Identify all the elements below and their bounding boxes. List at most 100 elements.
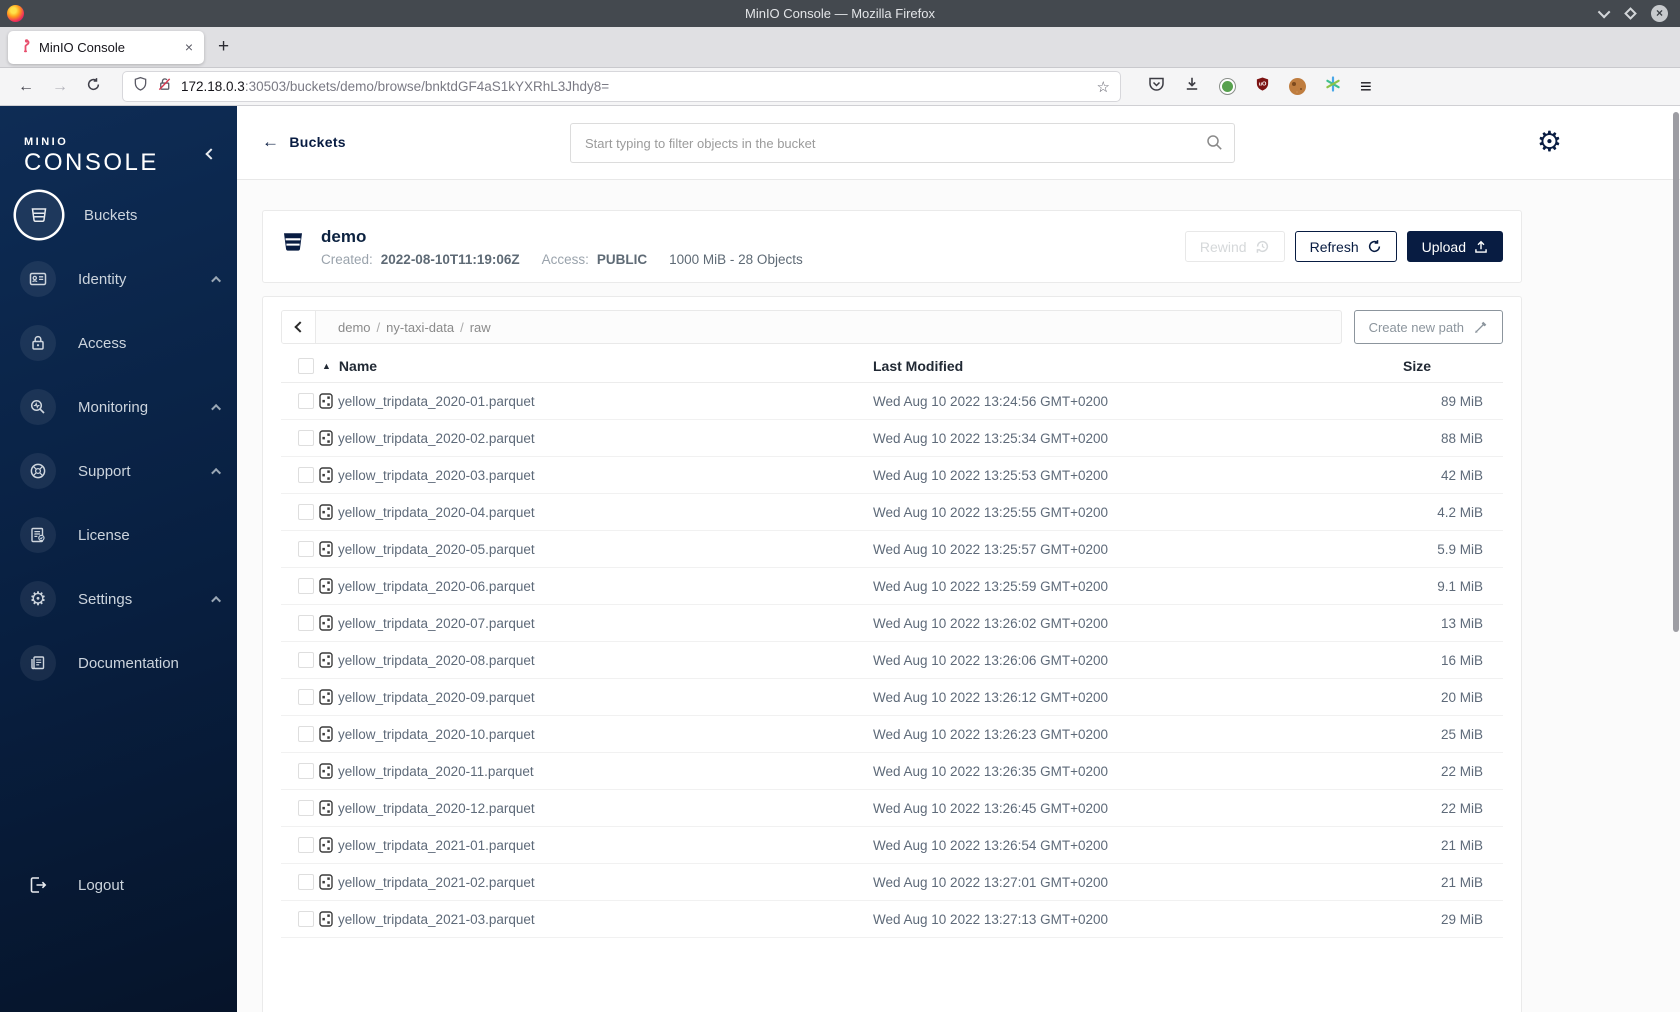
table-row[interactable]: yellow_tripdata_2020-06.parquet Wed Aug … — [281, 568, 1503, 605]
select-all-checkbox[interactable] — [298, 358, 314, 374]
chevron-up-icon[interactable] — [211, 467, 222, 478]
pocket-icon[interactable] — [1148, 76, 1165, 97]
row-checkbox[interactable] — [298, 800, 314, 816]
sidebar-item-support[interactable]: Support — [0, 446, 237, 496]
table-row[interactable]: yellow_tripdata_2020-09.parquet Wed Aug … — [281, 679, 1503, 716]
object-name[interactable]: yellow_tripdata_2020-02.parquet — [338, 431, 873, 446]
row-checkbox[interactable] — [298, 467, 314, 483]
tracking-shield-icon[interactable] — [133, 76, 148, 97]
tab-minio-console[interactable]: MinIO Console × — [8, 30, 204, 64]
refresh-button[interactable]: Refresh — [1294, 231, 1397, 262]
chevron-up-icon[interactable] — [211, 275, 222, 286]
row-checkbox[interactable] — [298, 652, 314, 668]
row-checkbox[interactable] — [298, 726, 314, 742]
table-row[interactable]: yellow_tripdata_2020-10.parquet Wed Aug … — [281, 716, 1503, 753]
table-row[interactable]: yellow_tripdata_2020-11.parquet Wed Aug … — [281, 753, 1503, 790]
sidebar-item-documentation[interactable]: Documentation — [0, 638, 237, 688]
close-window-icon[interactable]: × — [1651, 5, 1668, 22]
object-name[interactable]: yellow_tripdata_2020-07.parquet — [338, 616, 873, 631]
back-icon[interactable]: ← — [18, 78, 34, 96]
table-row[interactable]: yellow_tripdata_2021-01.parquet Wed Aug … — [281, 827, 1503, 864]
menu-icon[interactable]: ≡ — [1360, 77, 1372, 97]
bookmark-star-icon[interactable]: ☆ — [1097, 78, 1110, 96]
row-checkbox[interactable] — [298, 504, 314, 520]
sidebar-item-access[interactable]: Access — [0, 318, 237, 368]
row-checkbox[interactable] — [298, 689, 314, 705]
row-checkbox[interactable] — [298, 837, 314, 853]
breadcrumb-segment[interactable]: demo — [338, 320, 371, 335]
buckets-icon — [16, 192, 62, 238]
column-header-name[interactable]: ▲ Name — [314, 358, 873, 374]
breadcrumb-segment[interactable]: ny-taxi-data — [386, 320, 454, 335]
row-checkbox[interactable] — [298, 763, 314, 779]
search-input[interactable] — [570, 123, 1235, 163]
breadcrumb-segment[interactable]: raw — [470, 320, 491, 335]
table-row[interactable]: yellow_tripdata_2020-07.parquet Wed Aug … — [281, 605, 1503, 642]
table-row[interactable]: yellow_tripdata_2020-12.parquet Wed Aug … — [281, 790, 1503, 827]
reload-icon[interactable] — [86, 77, 101, 97]
ublock-icon[interactable]: uO — [1255, 76, 1270, 97]
table-row[interactable]: yellow_tripdata_2020-04.parquet Wed Aug … — [281, 494, 1503, 531]
object-name[interactable]: yellow_tripdata_2020-05.parquet — [338, 542, 873, 557]
back-to-buckets-link[interactable]: ← Buckets — [262, 132, 346, 152]
object-name[interactable]: yellow_tripdata_2020-03.parquet — [338, 468, 873, 483]
minio-console-app: MINIO CONSOLE Buckets Identity Access Mo… — [0, 106, 1680, 1012]
table-row[interactable]: yellow_tripdata_2020-05.parquet Wed Aug … — [281, 531, 1503, 568]
row-checkbox[interactable] — [298, 430, 314, 446]
sidebar-item-buckets[interactable]: Buckets — [0, 190, 237, 240]
chevron-up-icon[interactable] — [211, 595, 222, 606]
path-back-button[interactable] — [282, 311, 316, 343]
object-name[interactable]: yellow_tripdata_2020-09.parquet — [338, 690, 873, 705]
object-name[interactable]: yellow_tripdata_2020-01.parquet — [338, 394, 873, 409]
privacy-badger-icon[interactable] — [1219, 78, 1236, 95]
download-icon[interactable] — [1184, 76, 1200, 97]
page-scrollbar[interactable] — [1673, 112, 1679, 632]
multi-account-icon[interactable] — [1325, 76, 1341, 97]
rewind-button[interactable]: Rewind — [1184, 231, 1285, 262]
forward-icon[interactable]: → — [52, 78, 68, 96]
gear-icon[interactable]: ⚙ — [1537, 128, 1562, 156]
access-value[interactable]: PUBLIC — [597, 252, 647, 267]
object-last-modified: Wed Aug 10 2022 13:26:45 GMT+0200 — [873, 800, 1109, 816]
object-name[interactable]: yellow_tripdata_2020-11.parquet — [338, 764, 873, 779]
object-name[interactable]: yellow_tripdata_2020-06.parquet — [338, 579, 873, 594]
table-row[interactable]: yellow_tripdata_2021-02.parquet Wed Aug … — [281, 864, 1503, 901]
object-name[interactable]: yellow_tripdata_2021-02.parquet — [338, 875, 873, 890]
sidebar-item-settings[interactable]: ⚙ Settings — [0, 574, 237, 624]
close-tab-icon[interactable]: × — [182, 39, 196, 55]
object-name[interactable]: yellow_tripdata_2020-08.parquet — [338, 653, 873, 668]
table-row[interactable]: yellow_tripdata_2020-01.parquet Wed Aug … — [281, 383, 1503, 420]
url-bar[interactable]: 172.18.0.3:30503/buckets/demo/browse/bnk… — [123, 72, 1120, 101]
chevron-up-icon[interactable] — [211, 403, 222, 414]
table-row[interactable]: yellow_tripdata_2021-03.parquet Wed Aug … — [281, 901, 1503, 938]
sidebar-item-logout[interactable]: Logout — [0, 860, 237, 910]
cookie-icon[interactable] — [1289, 78, 1306, 95]
broken-lock-icon[interactable] — [157, 76, 172, 97]
table-row[interactable]: yellow_tripdata_2020-02.parquet Wed Aug … — [281, 420, 1503, 457]
row-checkbox[interactable] — [298, 541, 314, 557]
new-tab-button[interactable]: + — [218, 36, 229, 58]
row-checkbox[interactable] — [298, 911, 314, 927]
sidebar-item-license[interactable]: License — [0, 510, 237, 560]
maximize-icon[interactable] — [1624, 7, 1637, 20]
row-checkbox[interactable] — [298, 393, 314, 409]
object-size: 22 MiB — [1440, 763, 1483, 779]
object-last-modified: Wed Aug 10 2022 13:24:56 GMT+0200 — [873, 393, 1109, 409]
url-text[interactable]: 172.18.0.3:30503/buckets/demo/browse/bnk… — [181, 79, 1097, 94]
create-new-path-button[interactable]: Create new path — [1353, 310, 1503, 344]
object-name[interactable]: yellow_tripdata_2020-10.parquet — [338, 727, 873, 742]
object-name[interactable]: yellow_tripdata_2021-01.parquet — [338, 838, 873, 853]
table-row[interactable]: yellow_tripdata_2020-03.parquet Wed Aug … — [281, 457, 1503, 494]
row-checkbox[interactable] — [298, 615, 314, 631]
object-name[interactable]: yellow_tripdata_2020-04.parquet — [338, 505, 873, 520]
upload-button[interactable]: Upload — [1406, 231, 1503, 262]
row-checkbox[interactable] — [298, 578, 314, 594]
column-header-size[interactable]: Size — [1403, 358, 1483, 374]
column-header-last-modified[interactable]: Last Modified — [873, 358, 1403, 374]
sidebar-item-identity[interactable]: Identity — [0, 254, 237, 304]
object-name[interactable]: yellow_tripdata_2020-12.parquet — [338, 801, 873, 816]
object-name[interactable]: yellow_tripdata_2021-03.parquet — [338, 912, 873, 927]
table-row[interactable]: yellow_tripdata_2020-08.parquet Wed Aug … — [281, 642, 1503, 679]
row-checkbox[interactable] — [298, 874, 314, 890]
sidebar-item-monitoring[interactable]: Monitoring — [0, 382, 237, 432]
